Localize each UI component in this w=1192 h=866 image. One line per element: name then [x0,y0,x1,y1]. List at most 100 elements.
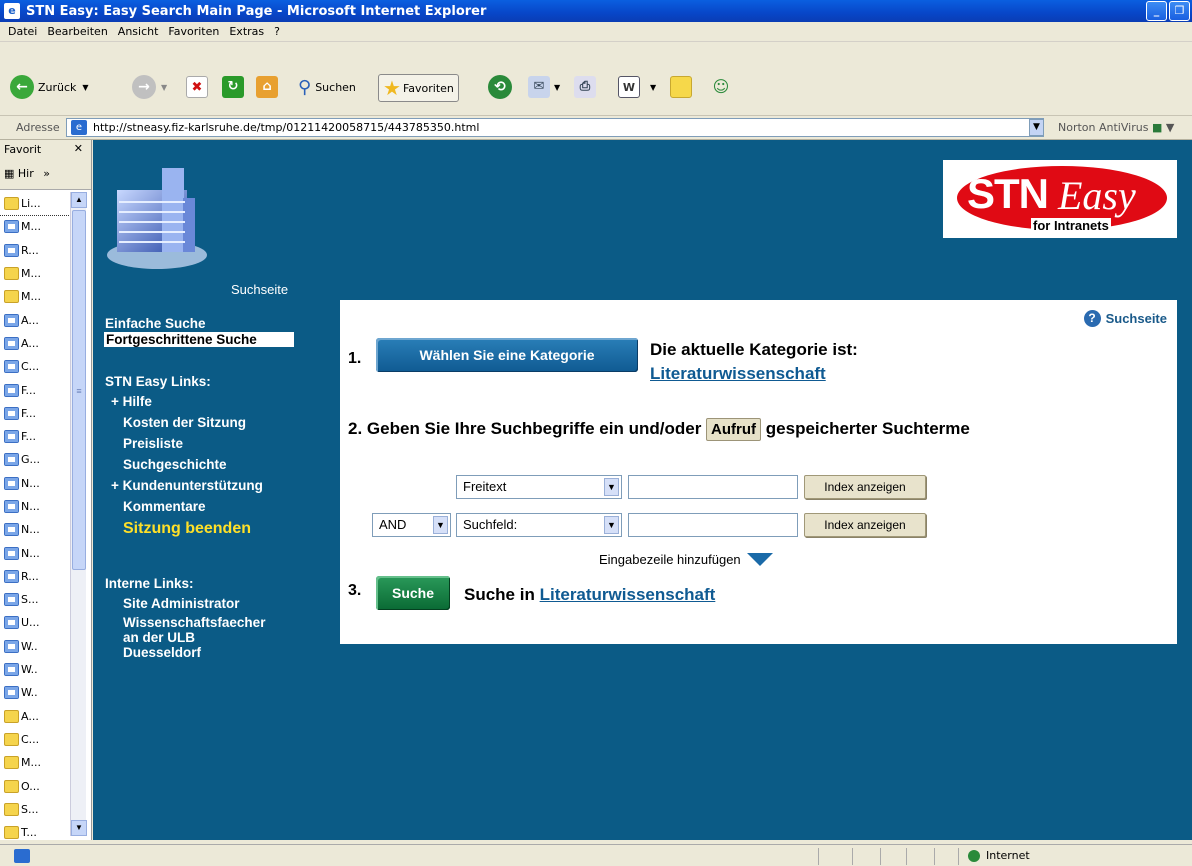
chevron-right-icon[interactable]: » [43,167,50,180]
favorites-item[interactable]: G... [0,448,70,471]
step3-category-link[interactable]: Literaturwissenschaft [540,585,716,604]
favorites-item[interactable]: A... [0,332,70,355]
favorites-item[interactable]: W.. [0,635,70,658]
nav-site-admin[interactable]: Site Administrator [123,596,305,611]
operator-select[interactable]: AND ▼ [372,513,451,537]
favorites-item[interactable]: R... [0,239,70,262]
current-category-link[interactable]: Literaturwissenschaft [650,364,826,384]
scroll-up-icon[interactable]: ▲ [71,192,87,208]
nav-preisliste[interactable]: Preisliste [123,436,305,451]
nav-kosten[interactable]: Kosten der Sitzung [123,415,305,430]
forward-button[interactable]: → ▼ [132,72,167,102]
nav-wiss-line2[interactable]: an der ULB [123,630,305,645]
word-icon[interactable]: W [618,76,640,98]
menu-extras[interactable]: Extras [229,25,264,38]
favorites-label: Favoriten [402,81,454,95]
favorites-item[interactable]: N... [0,541,70,564]
favorites-item[interactable]: M... [0,215,70,238]
maximize-button[interactable]: ❐ [1169,1,1190,21]
favorites-item[interactable]: M... [0,751,70,774]
nav-fortgeschrittene-suche[interactable]: Fortgeschrittene Suche [104,332,294,347]
help-link[interactable]: ? Suchseite [1083,310,1167,327]
favorites-history-button[interactable]: Hir [18,167,34,180]
favorites-item[interactable]: A... [0,308,70,331]
favorites-item-label: S... [21,593,39,607]
search-term-input-2[interactable] [628,513,798,537]
close-icon[interactable]: ✕ [74,142,83,155]
index-button-1[interactable]: Index anzeigen [804,475,926,499]
favorites-item[interactable]: C... [0,728,70,751]
search-term-input-1[interactable] [628,475,798,499]
norton-icon: ■ [1151,121,1163,134]
history-icon[interactable]: ⟲ [488,75,512,99]
refresh-icon[interactable]: ↻ [222,76,244,98]
menu-ansicht[interactable]: Ansicht [118,25,159,38]
favorites-item[interactable]: O... [0,774,70,797]
norton-antivirus[interactable]: Norton AntiVirus ■ ▼ [1058,121,1174,134]
favorites-item[interactable]: W.. [0,681,70,704]
scroll-thumb[interactable]: ≡ [72,210,86,570]
field-select-2[interactable]: Suchfeld: ▼ [456,513,622,537]
favorites-list: Li... M... R... M... M... A... A... C... F... F..… [0,192,70,840]
nav-einfache-suche[interactable]: Einfache Suche [105,316,305,331]
favorites-item[interactable]: N... [0,518,70,541]
page-icon [4,360,19,374]
choose-category-button[interactable]: Wählen Sie eine Kategorie [376,338,638,372]
favorites-item-label: U... [21,616,40,630]
scroll-down-icon[interactable]: ▼ [71,820,87,836]
favorites-item[interactable]: U... [0,611,70,634]
page-icon [4,336,19,350]
favorites-item[interactable]: C... [0,355,70,378]
favorites-item[interactable]: N... [0,472,70,495]
favorites-item[interactable]: W.. [0,658,70,681]
favorites-item[interactable]: M... [0,262,70,285]
address-dropdown-icon[interactable]: ▼ [1029,119,1044,136]
menu-datei[interactable]: Datei [8,25,37,38]
home-icon[interactable]: ⌂ [256,76,278,98]
suche-button[interactable]: Suche [376,576,450,610]
forward-dropdown-icon[interactable]: ▼ [161,83,167,92]
nav-sitzung-beenden[interactable]: Sitzung beenden [123,520,305,538]
favorites-item[interactable]: Li... [0,192,70,217]
mail-dropdown-icon[interactable]: ▼ [554,83,560,92]
stn-logo-text: STN [967,170,1049,217]
mail-icon[interactable]: ✉ [528,76,550,98]
globe-icon [968,849,980,862]
favorites-item[interactable]: S... [0,798,70,821]
address-input[interactable]: e http://stneasy.fiz-karlsruhe.de/tmp/01… [66,118,1044,137]
favorites-item[interactable]: A... [0,705,70,728]
stop-icon[interactable]: ✖ [186,76,208,98]
favorites-item[interactable]: F... [0,378,70,401]
print-icon[interactable]: ⎙ [574,76,596,98]
search-button[interactable]: ⚲ Suchen [298,72,356,102]
nav-wiss-line3[interactable]: Duesseldorf [123,645,305,660]
favorites-scrollbar[interactable]: ▲ ≡ ▼ [70,192,87,836]
nav-suchgeschichte[interactable]: Suchgeschichte [123,457,305,472]
aufruf-button[interactable]: Aufruf [706,418,762,441]
menu-favoriten[interactable]: Favoriten [168,25,219,38]
page-icon [4,406,19,420]
favorites-item[interactable]: F... [0,402,70,425]
menu-help[interactable]: ? [274,25,280,38]
favorites-item[interactable]: R... [0,565,70,588]
index-button-2[interactable]: Index anzeigen [804,513,926,537]
nav-kundenunterstuetzung[interactable]: + Kundenunterstützung [111,478,305,493]
nav-kommentare[interactable]: Kommentare [123,499,305,514]
messenger-icon[interactable]: ☺ [710,76,732,98]
favorites-item[interactable]: F... [0,425,70,448]
field-select-1[interactable]: Freitext ▼ [456,475,622,499]
nav-wiss-line1[interactable]: Wissenschaftsfaecher [123,615,305,630]
back-button[interactable]: ← Zurück ▼ [10,72,89,102]
minimize-button[interactable]: _ [1146,1,1167,21]
favorites-button[interactable]: ★ Favoriten [378,74,459,102]
menu-bearbeiten[interactable]: Bearbeiten [47,25,107,38]
notes-icon[interactable] [670,76,692,98]
add-row-link[interactable]: Eingabezeile hinzufügen [599,552,773,567]
nav-hilfe[interactable]: + Hilfe [111,394,305,409]
favorites-item[interactable]: N... [0,495,70,518]
edit-dropdown-icon[interactable]: ▼ [650,83,656,92]
favorites-item[interactable]: M... [0,285,70,308]
back-dropdown-icon[interactable]: ▼ [82,83,88,92]
favorites-item[interactable]: T... [0,821,70,840]
favorites-item[interactable]: S... [0,588,70,611]
